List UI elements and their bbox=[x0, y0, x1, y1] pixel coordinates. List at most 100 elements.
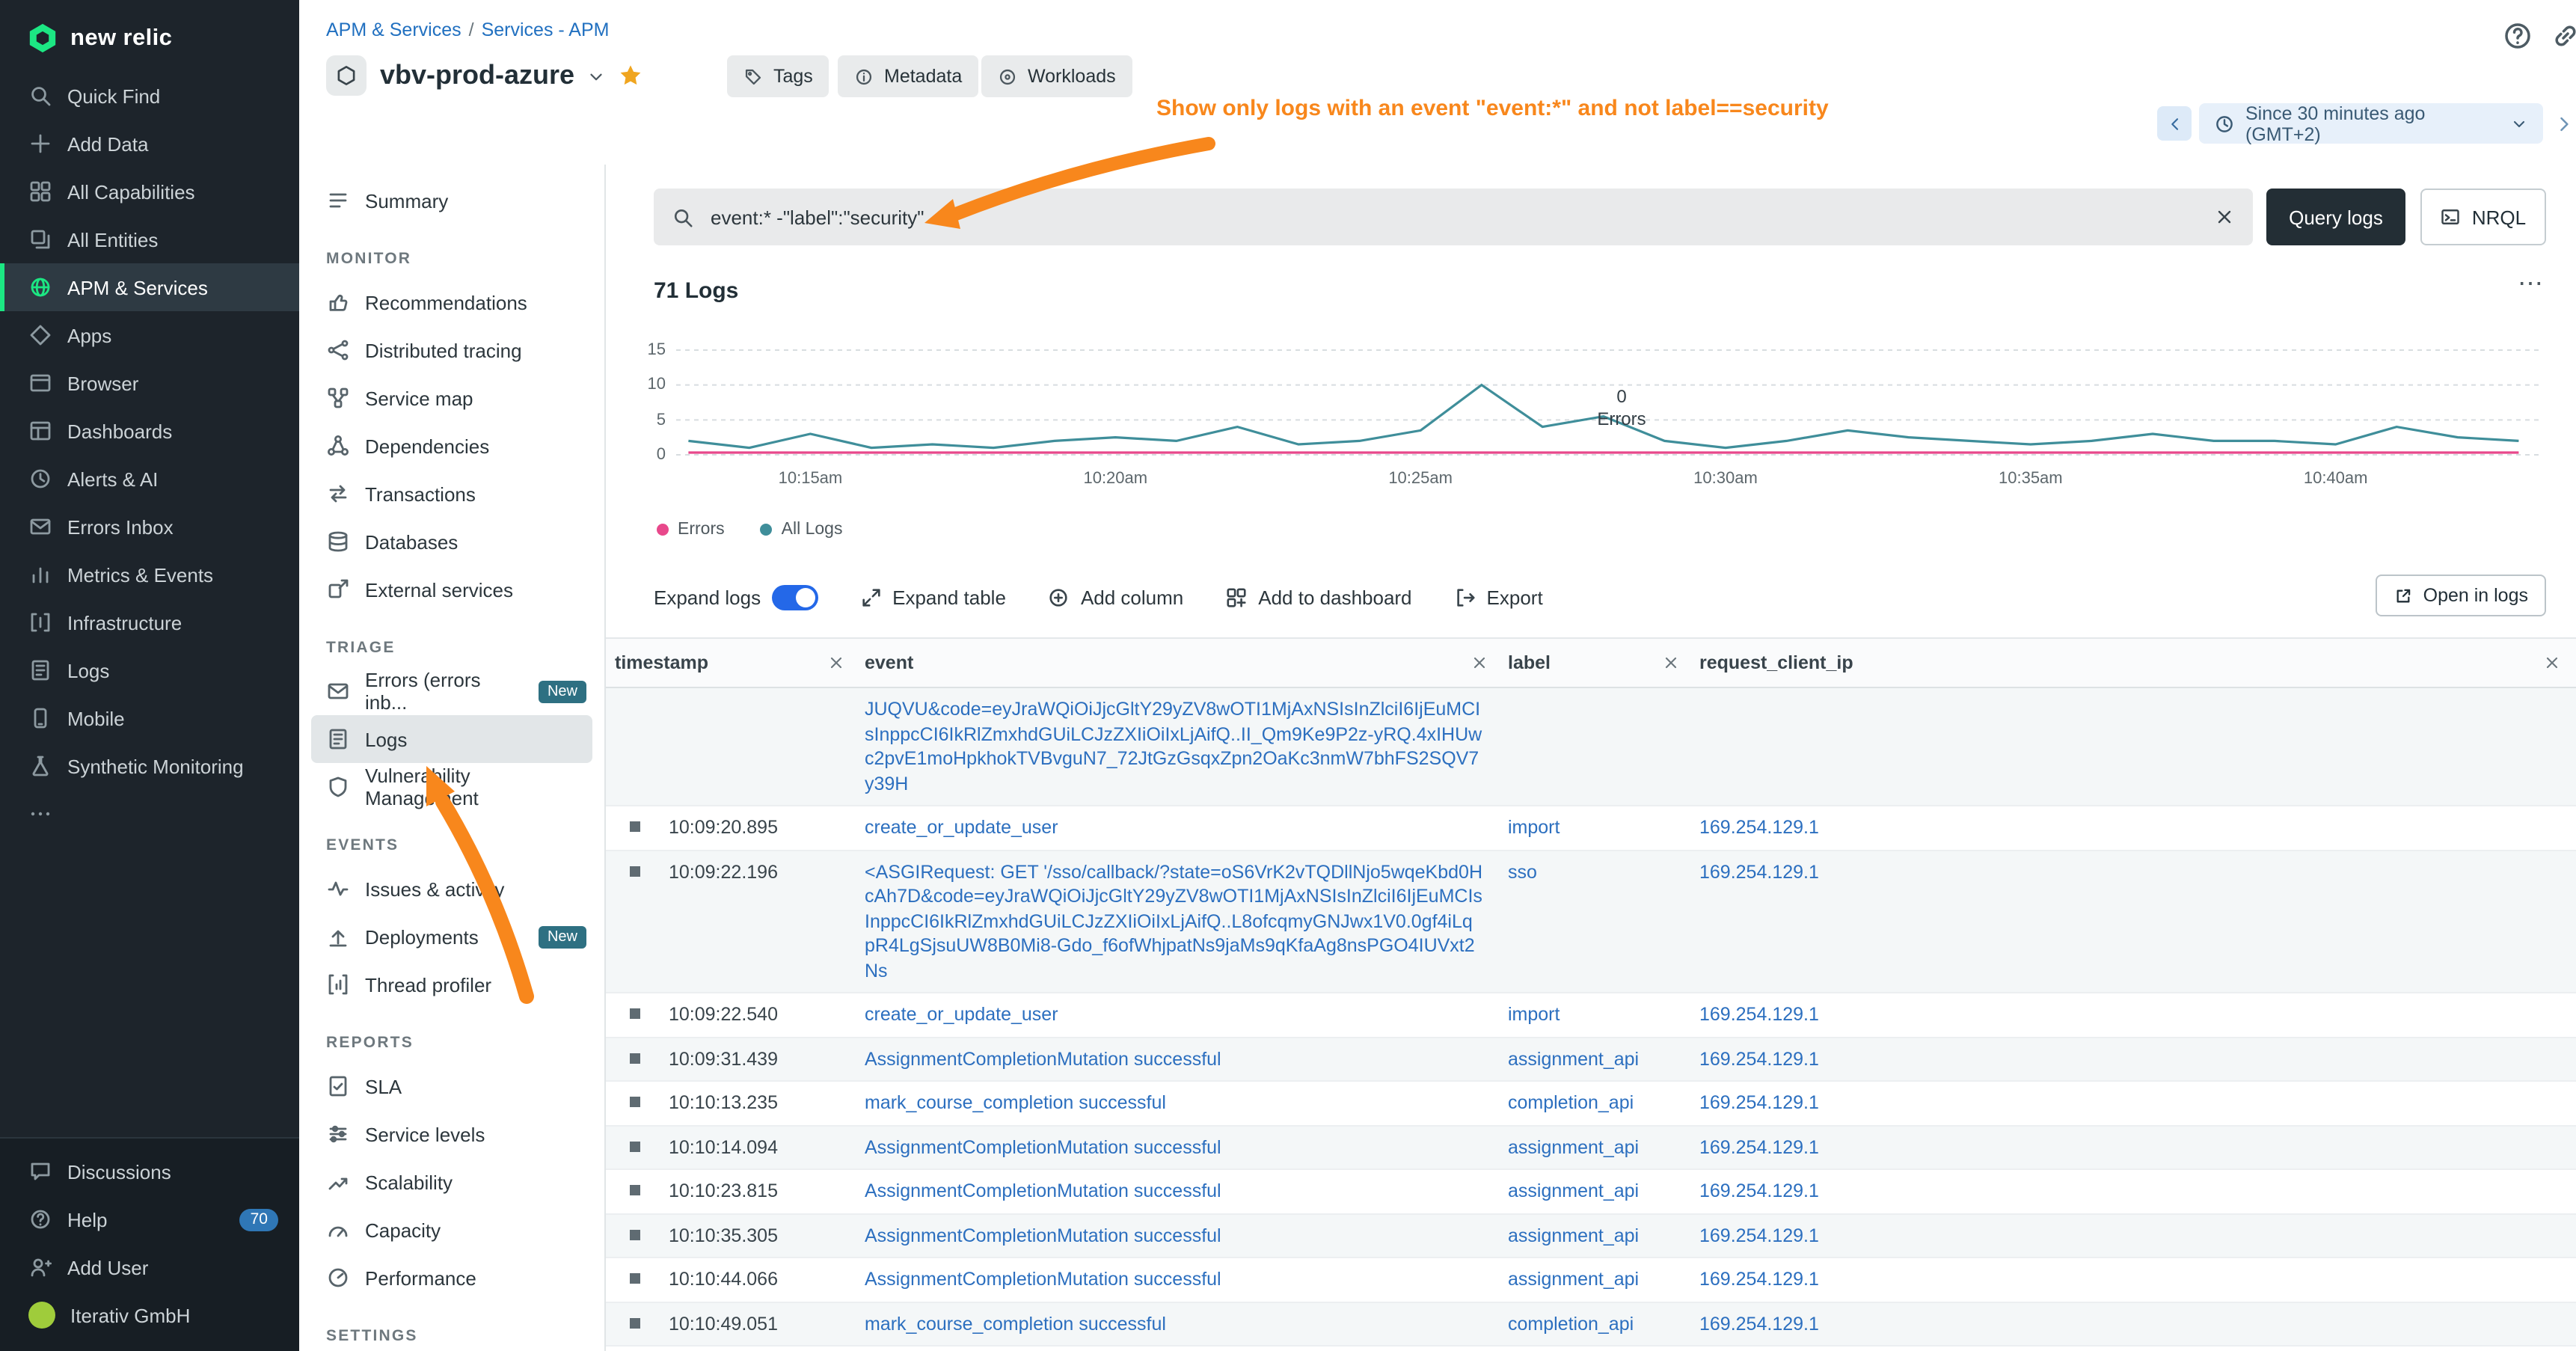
breadcrumb-link-apm[interactable]: APM & Services bbox=[326, 19, 461, 40]
log-label-link[interactable]: completion_api bbox=[1503, 1082, 1695, 1124]
remove-column-icon[interactable] bbox=[2543, 654, 2561, 672]
add-to-dashboard-button[interactable]: Add to dashboard bbox=[1225, 586, 1411, 608]
sidebar-item-add-user[interactable]: Add User bbox=[0, 1243, 299, 1291]
log-label-link[interactable]: assignment_api bbox=[1503, 1258, 1695, 1301]
clear-query-icon[interactable] bbox=[2214, 206, 2235, 227]
subnav-logs[interactable]: Logs bbox=[311, 715, 592, 763]
log-event-link[interactable]: AssignmentCompletionMutation successful bbox=[860, 1170, 1503, 1213]
log-event-link[interactable]: AssignmentCompletionMutation successful bbox=[860, 1258, 1503, 1301]
subnav-distributed-tracing[interactable]: Distributed tracing bbox=[299, 326, 604, 374]
log-ip-link[interactable]: 169.254.129.1 bbox=[1695, 993, 2576, 1036]
subnav-recommendations[interactable]: Recommendations bbox=[299, 278, 604, 326]
sidebar-item-discussions[interactable]: Discussions bbox=[0, 1148, 299, 1195]
log-event-link[interactable]: AssignmentCompletionMutation successful bbox=[860, 1038, 1503, 1080]
time-picker[interactable]: Since 30 minutes ago (GMT+2) bbox=[2199, 103, 2543, 144]
sidebar-item-infrastructure[interactable]: Infrastructure bbox=[0, 598, 299, 646]
log-row[interactable]: 10:10:49.051mark_course_completion succe… bbox=[606, 1302, 2576, 1347]
sidebar-item-mobile[interactable]: Mobile bbox=[0, 694, 299, 742]
new-relic-logo[interactable]: new relic bbox=[0, 0, 299, 72]
log-ip-link[interactable]: 169.254.129.1 bbox=[1695, 1347, 2576, 1351]
log-ip-link[interactable] bbox=[1695, 688, 2576, 706]
log-query-bar[interactable] bbox=[654, 189, 2253, 245]
log-ip-link[interactable]: 169.254.129.1 bbox=[1695, 1126, 2576, 1168]
sidebar-item-more[interactable] bbox=[0, 790, 299, 838]
remove-column-icon[interactable] bbox=[827, 654, 845, 672]
subnav-external-services[interactable]: External services bbox=[299, 566, 604, 613]
sidebar-item-metrics-events[interactable]: Metrics & Events bbox=[0, 551, 299, 598]
sidebar-item-help[interactable]: Help70 bbox=[0, 1195, 299, 1243]
add-column-button[interactable]: Add column bbox=[1048, 586, 1183, 608]
log-label-link[interactable] bbox=[1503, 688, 1695, 706]
log-ip-link[interactable]: 169.254.129.1 bbox=[1695, 1038, 2576, 1080]
subnav-deployments[interactable]: DeploymentsNew bbox=[299, 913, 604, 961]
sidebar-item-errors-inbox[interactable]: Errors Inbox bbox=[0, 503, 299, 551]
subnav-errors-inbox[interactable]: Errors (errors inb...New bbox=[299, 667, 604, 715]
subnav-transactions[interactable]: Transactions bbox=[299, 470, 604, 518]
subnav-sla[interactable]: SLA bbox=[299, 1062, 604, 1110]
tags-button[interactable]: Tags bbox=[727, 55, 829, 97]
log-event-link[interactable]: AssignmentCompletionMutation successful bbox=[860, 1214, 1503, 1257]
metadata-button[interactable]: Metadata bbox=[838, 55, 978, 97]
log-event-link[interactable]: AssignmentCompletionMutation successful bbox=[860, 1347, 1503, 1351]
legend-errors[interactable]: Errors bbox=[657, 521, 725, 539]
sidebar-item-logs[interactable]: Logs bbox=[0, 646, 299, 694]
log-row[interactable]: 10:10:23.815AssignmentCompletionMutation… bbox=[606, 1170, 2576, 1214]
export-button[interactable]: Export bbox=[1454, 586, 1543, 608]
log-ip-link[interactable]: 169.254.129.1 bbox=[1695, 851, 2576, 893]
log-event-link[interactable]: mark_course_completion successful bbox=[860, 1302, 1503, 1345]
log-event-link[interactable]: mark_course_completion successful bbox=[860, 1082, 1503, 1124]
sidebar-item-dashboards[interactable]: Dashboards bbox=[0, 407, 299, 455]
sidebar-item-synthetic-monitoring[interactable]: Synthetic Monitoring bbox=[0, 742, 299, 790]
log-event-link[interactable]: <ASGIRequest: GET '/sso/callback/?state=… bbox=[860, 851, 1503, 992]
legend-all-logs[interactable]: All Logs bbox=[761, 521, 843, 539]
log-row[interactable]: 10:09:20.895create_or_update_userimport1… bbox=[606, 806, 2576, 851]
subnav-service-map[interactable]: Service map bbox=[299, 374, 604, 422]
log-row[interactable]: 10:10:13.235mark_course_completion succe… bbox=[606, 1082, 2576, 1126]
nrql-button[interactable]: NRQL bbox=[2420, 189, 2546, 245]
log-ip-link[interactable]: 169.254.129.1 bbox=[1695, 1258, 2576, 1301]
sidebar-item-all-entities[interactable]: All Entities bbox=[0, 215, 299, 263]
log-event-link[interactable]: JUQVU&code=eyJraWQiOiJjcGltY29yZV8wOTI1M… bbox=[860, 688, 1503, 805]
subnav-vulnerability-management[interactable]: Vulnerability Management bbox=[299, 763, 604, 811]
subnav-performance[interactable]: Performance bbox=[299, 1254, 604, 1302]
log-event-link[interactable]: create_or_update_user bbox=[860, 806, 1503, 849]
log-row[interactable]: 10:10:14.094AssignmentCompletionMutation… bbox=[606, 1126, 2576, 1170]
log-label-link[interactable]: assignment_api bbox=[1503, 1038, 1695, 1080]
log-label-link[interactable]: assignment_api bbox=[1503, 1347, 1695, 1351]
subnav-capacity[interactable]: Capacity bbox=[299, 1206, 604, 1254]
log-row[interactable]: 10:09:22.540create_or_update_userimport1… bbox=[606, 993, 2576, 1038]
subnav-summary[interactable]: Summary bbox=[299, 177, 604, 224]
sidebar-item-apm-services[interactable]: APM & Services bbox=[0, 263, 299, 311]
log-row[interactable]: 10:09:31.439AssignmentCompletionMutation… bbox=[606, 1038, 2576, 1082]
time-forward-button[interactable] bbox=[2554, 114, 2575, 135]
sidebar-item-apps[interactable]: Apps bbox=[0, 311, 299, 359]
permalink-icon[interactable] bbox=[2551, 21, 2576, 51]
open-in-logs-button[interactable]: Open in logs bbox=[2376, 575, 2546, 616]
subnav-thread-profiler[interactable]: Thread profiler bbox=[299, 961, 604, 1008]
log-row[interactable]: JUQVU&code=eyJraWQiOiJjcGltY29yZV8wOTI1M… bbox=[606, 688, 2576, 806]
log-label-link[interactable]: import bbox=[1503, 993, 1695, 1036]
log-label-link[interactable]: assignment_api bbox=[1503, 1126, 1695, 1168]
panel-more-menu[interactable]: ⋯ bbox=[2518, 269, 2543, 299]
query-logs-button[interactable]: Query logs bbox=[2266, 189, 2405, 245]
log-ip-link[interactable]: 169.254.129.1 bbox=[1695, 806, 2576, 849]
entity-chevron-down-icon[interactable] bbox=[586, 67, 606, 87]
logs-time-chart[interactable]: 151050 10:15am10:20am10:25am10:30am10:35… bbox=[654, 323, 2546, 506]
subnav-scalability[interactable]: Scalability bbox=[299, 1158, 604, 1206]
help-circle-icon[interactable] bbox=[2503, 21, 2533, 51]
time-back-button[interactable] bbox=[2157, 106, 2192, 141]
log-row[interactable]: 10:11:00.311AssignmentCompletionMutation… bbox=[606, 1347, 2576, 1351]
sidebar-item-quick-find[interactable]: Quick Find bbox=[0, 72, 299, 120]
sidebar-item-account[interactable]: Iterativ GmbH bbox=[0, 1291, 299, 1339]
subnav-dependencies[interactable]: Dependencies bbox=[299, 422, 604, 470]
subnav-issues-activity[interactable]: Issues & activity bbox=[299, 865, 604, 913]
expand-table-button[interactable]: Expand table bbox=[859, 586, 1006, 608]
log-label-link[interactable]: sso bbox=[1503, 851, 1695, 893]
subnav-service-levels[interactable]: Service levels bbox=[299, 1110, 604, 1158]
sidebar-item-browser[interactable]: Browser bbox=[0, 359, 299, 407]
breadcrumb-link-services[interactable]: Services - APM bbox=[482, 19, 610, 40]
log-label-link[interactable]: assignment_api bbox=[1503, 1170, 1695, 1213]
log-ip-link[interactable]: 169.254.129.1 bbox=[1695, 1082, 2576, 1124]
sidebar-item-all-capabilities[interactable]: All Capabilities bbox=[0, 168, 299, 215]
log-ip-link[interactable]: 169.254.129.1 bbox=[1695, 1170, 2576, 1213]
